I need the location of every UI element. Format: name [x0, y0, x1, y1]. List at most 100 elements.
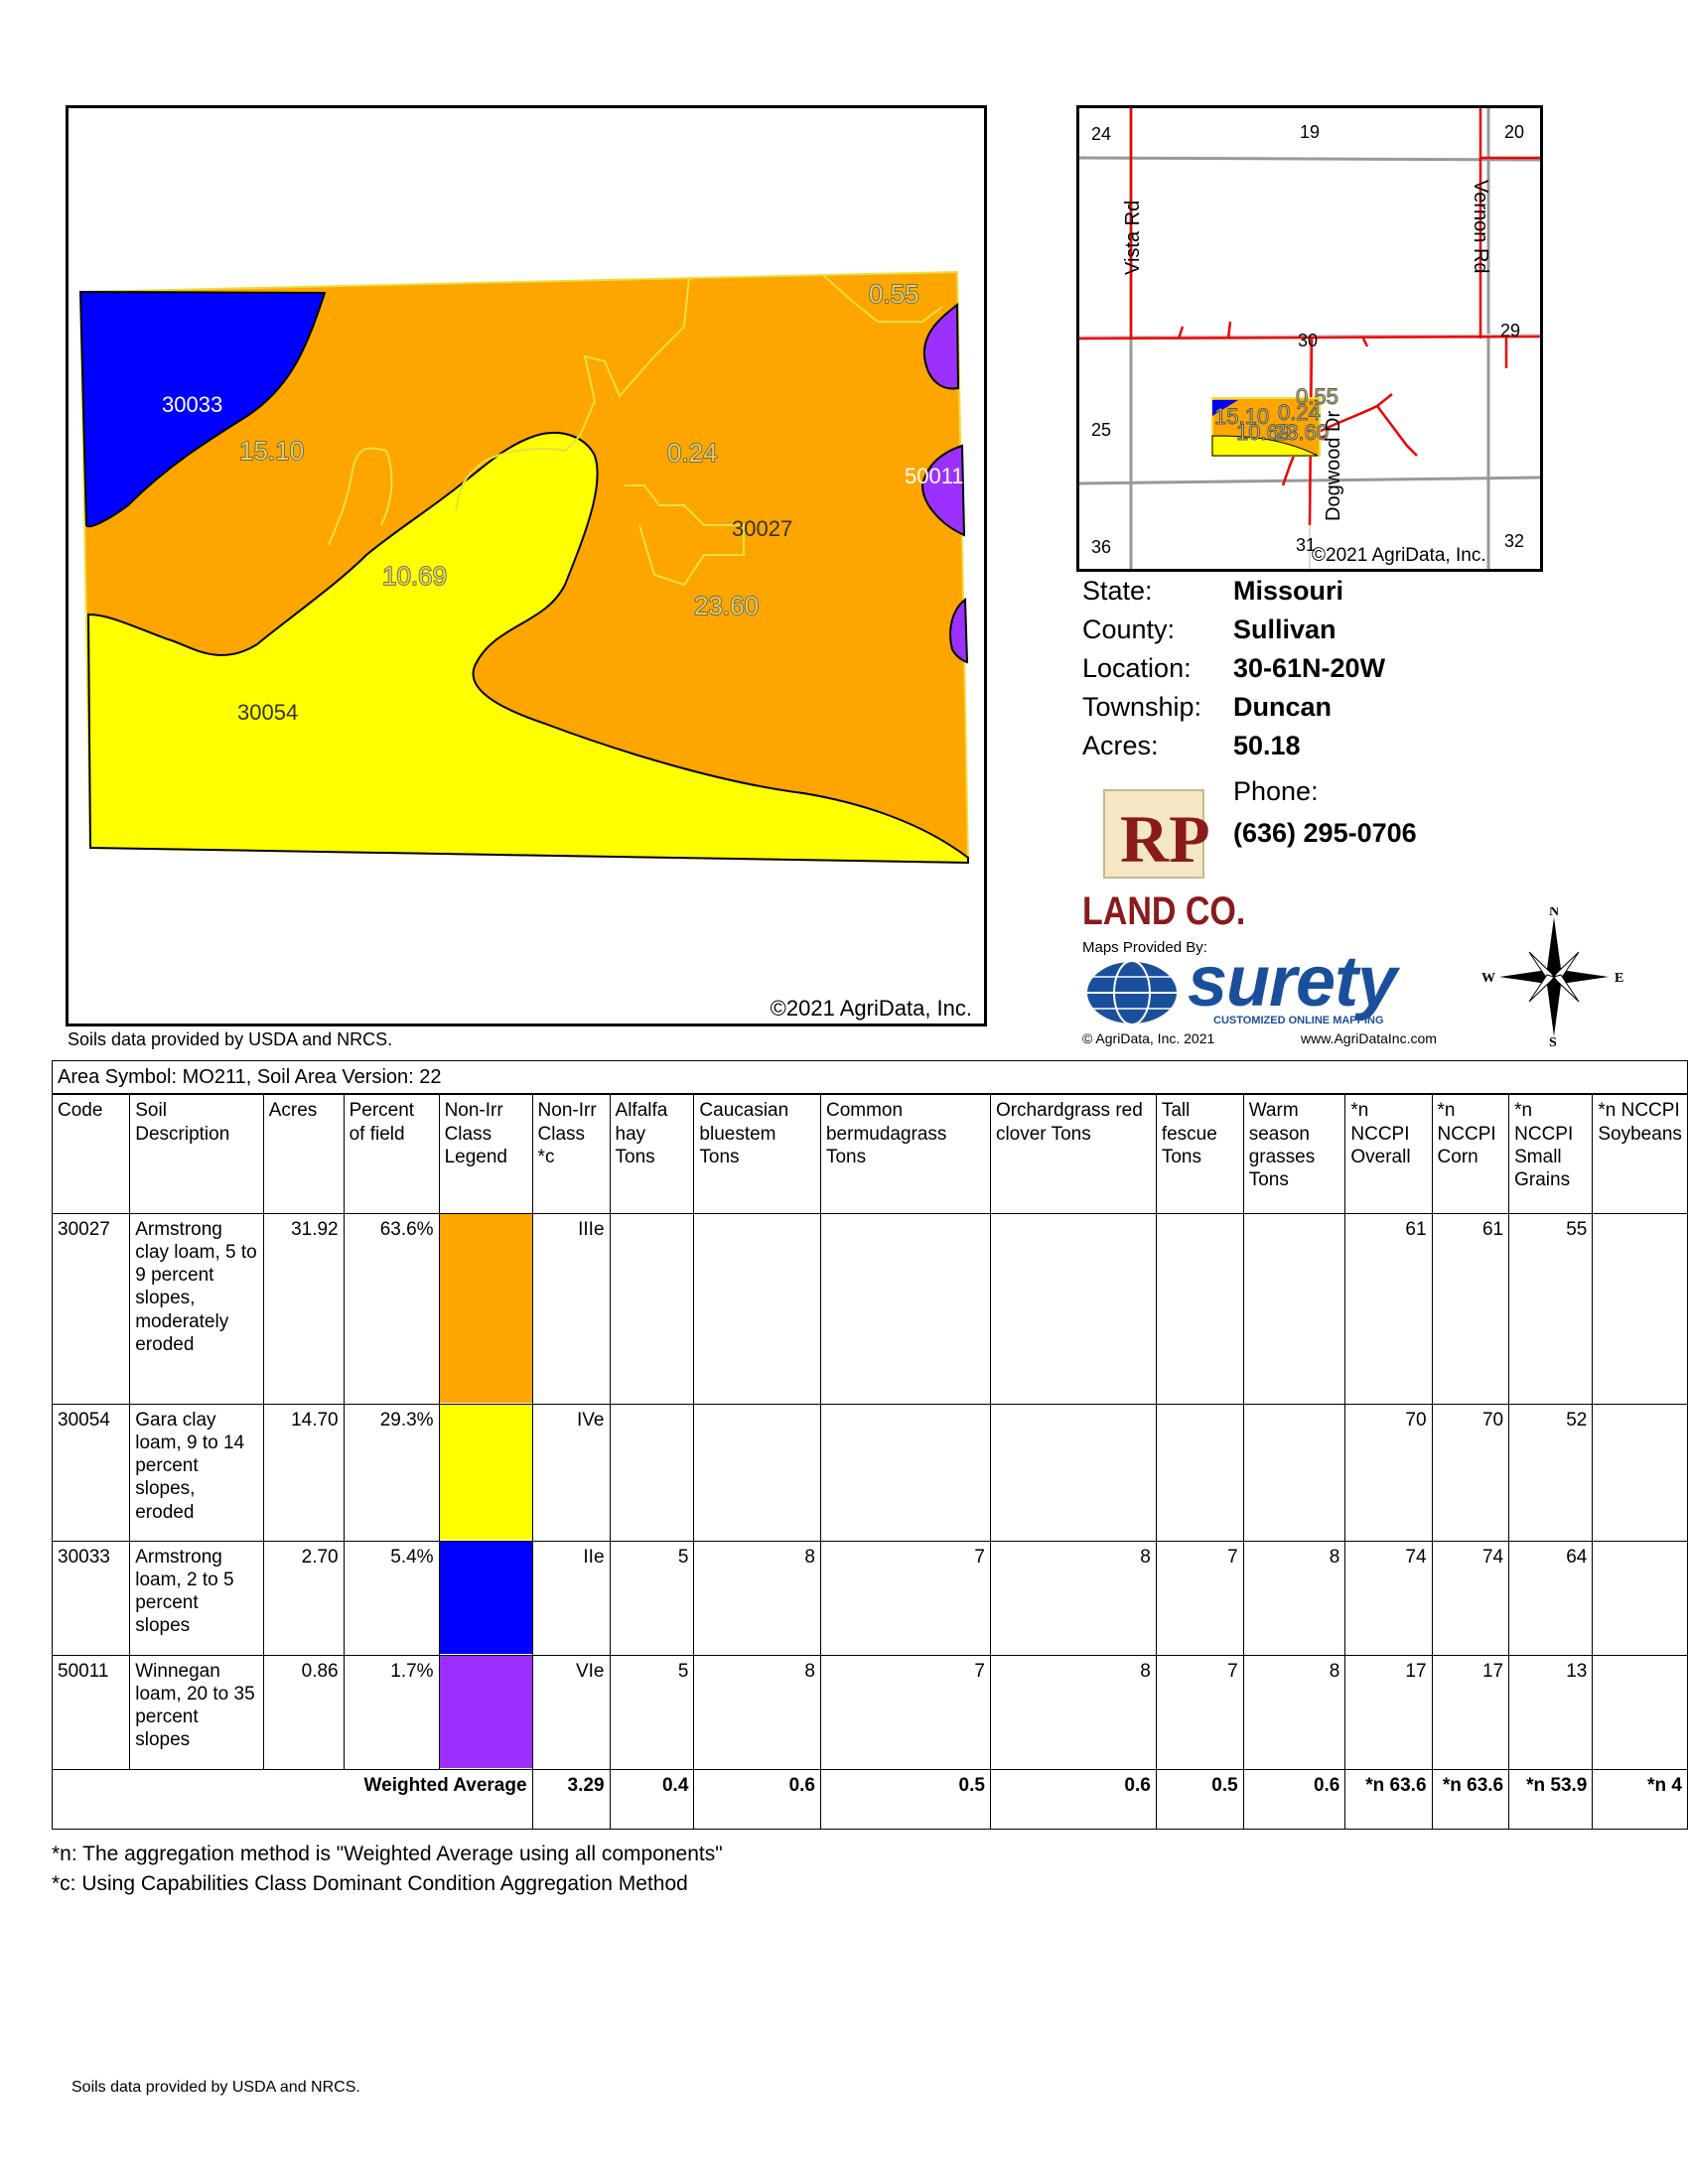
cell-soy	[1592, 1403, 1688, 1542]
header-alfalfa: Alfalfa hay Tons	[609, 1093, 695, 1214]
cell-pct: 29.3%	[343, 1403, 440, 1542]
cell-fescue	[1155, 1403, 1244, 1542]
section-number: 25	[1091, 420, 1111, 440]
state-value: Missouri	[1233, 576, 1344, 606]
legend-swatch	[438, 1403, 533, 1542]
weighted-class: 3.29	[531, 1768, 611, 1830]
section-number: 29	[1500, 321, 1520, 341]
county-value: Sullivan	[1233, 614, 1336, 644]
soil-map: 30033 30054 30027 50011 15.10 10.69 0.24…	[66, 105, 987, 1026]
road-name: Vernon Rd	[1470, 180, 1491, 274]
rp-logo-text: RP	[1120, 801, 1210, 877]
cell-small: 64	[1508, 1540, 1594, 1656]
cell-overall: 74	[1344, 1540, 1433, 1656]
location-value: 30-61N-20W	[1233, 653, 1386, 683]
weighted-corn: *n 63.6	[1431, 1768, 1510, 1830]
cell-corn: 61	[1431, 1212, 1510, 1405]
cell-acres: 14.70	[262, 1403, 345, 1542]
cell-bluestem: 8	[693, 1540, 821, 1656]
cell-desc: Armstrong clay loam, 5 to 9 percent slop…	[129, 1212, 264, 1405]
cell-code: 30033	[51, 1540, 131, 1656]
cell-fescue	[1155, 1212, 1244, 1405]
acres-value: 50.18	[1233, 731, 1301, 760]
header-bluestem: Caucasian bluestem Tons	[693, 1093, 821, 1214]
cell-overall: 61	[1344, 1212, 1433, 1405]
cell-class: IIIe	[531, 1212, 611, 1405]
table-row: 30027 Armstrong clay loam, 5 to 9 percen…	[51, 1212, 1688, 1405]
cell-alfalfa: 5	[609, 1654, 695, 1770]
cell-bermuda: 7	[819, 1654, 991, 1770]
legend-swatch	[438, 1212, 533, 1405]
cell-warm: 8	[1242, 1654, 1346, 1770]
cell-bluestem: 8	[693, 1654, 821, 1770]
header-warm: Warm season grasses Tons	[1242, 1093, 1346, 1214]
footnote-n: *n: The aggregation method is "Weighted …	[52, 1843, 723, 1865]
acreage-label: 15.10	[239, 436, 304, 466]
table-row: 30054 Gara clay loam, 9 to 14 percent sl…	[51, 1403, 1688, 1542]
cell-code: 30027	[51, 1212, 131, 1405]
table-header-row: Code Soil Description Acres Percent of f…	[51, 1093, 1688, 1214]
cell-small: 13	[1508, 1654, 1594, 1770]
location-label: Location:	[1082, 653, 1192, 683]
section-number: 20	[1504, 122, 1524, 142]
cell-warm: 8	[1242, 1540, 1346, 1656]
phone-label: Phone:	[1233, 776, 1319, 806]
compass-e: E	[1615, 971, 1623, 986]
agridata-copyright: © AgriData, Inc. 2021	[1082, 1030, 1215, 1046]
cell-corn: 17	[1431, 1654, 1510, 1770]
location-map-canvas: 15.10 10.69 0.24 0.55 23.60 24 19 20 25 …	[1079, 108, 1540, 569]
cell-class: VIe	[531, 1654, 611, 1770]
parcel-label: 0.55	[1296, 384, 1338, 409]
cell-orchard	[989, 1212, 1157, 1405]
cell-pct: 63.6%	[343, 1212, 440, 1405]
weighted-fescue: 0.5	[1155, 1768, 1244, 1830]
header-bermuda: Common bermudagrass Tons	[819, 1093, 991, 1214]
cell-class: IIe	[531, 1540, 611, 1656]
cell-code: 50011	[51, 1654, 131, 1770]
cell-small: 55	[1508, 1212, 1594, 1405]
location-map: 15.10 10.69 0.24 0.55 23.60 24 19 20 25 …	[1076, 105, 1543, 572]
land-co-text: LAND CO.	[1082, 889, 1246, 933]
state-label: State:	[1082, 576, 1153, 606]
cell-soy	[1592, 1654, 1688, 1770]
soil-code-label: 30054	[237, 700, 298, 725]
header-fescue: Tall fescue Tons	[1155, 1093, 1244, 1214]
compass-rose-icon: N S W E	[1479, 904, 1628, 1050]
soil-code-label: 50011	[905, 464, 964, 488]
section-number: 19	[1300, 122, 1320, 142]
header-nccpi-overall: *n NCCPI Overall	[1344, 1093, 1433, 1214]
weighted-orchard: 0.6	[989, 1768, 1157, 1830]
township-value: Duncan	[1233, 692, 1333, 722]
weighted-soy: *n 4	[1592, 1768, 1688, 1830]
footnote-c: *c: Using Capabilities Class Dominant Co…	[52, 1872, 688, 1895]
map-copyright: ©2021 AgriData, Inc.	[770, 996, 972, 1021]
weighted-small: *n 53.9	[1508, 1768, 1594, 1830]
legend-swatch	[438, 1654, 533, 1770]
header-legend: Non-Irr Class Legend	[438, 1093, 533, 1214]
weighted-warm: 0.6	[1242, 1768, 1346, 1830]
surety-wordmark: surety	[1188, 942, 1397, 1022]
cell-bermuda	[819, 1212, 991, 1405]
section-number: 32	[1504, 531, 1524, 551]
cell-alfalfa: 5	[609, 1540, 695, 1656]
acreage-label: 10.69	[382, 561, 447, 591]
section-number: 30	[1298, 331, 1318, 350]
location-map-copyright: ©2021 AgriData, Inc.	[1312, 545, 1486, 566]
cell-desc: Winnegan loam, 20 to 35 percent slopes	[129, 1654, 264, 1770]
weighted-average-row: Weighted Average 3.29 0.4 0.6 0.5 0.6 0.…	[52, 1768, 1688, 1830]
cell-bluestem	[693, 1403, 821, 1542]
cell-soy	[1592, 1540, 1688, 1656]
cell-fescue: 7	[1155, 1654, 1244, 1770]
legend-swatch	[438, 1540, 533, 1656]
phone-value: (636) 295-0706	[1233, 818, 1417, 848]
header-orchard: Orchardgrass red clover Tons	[989, 1093, 1157, 1214]
township-label: Township:	[1082, 692, 1202, 722]
section-number: 36	[1091, 537, 1111, 557]
section-number: 24	[1091, 124, 1111, 144]
soil-credit: Soils data provided by USDA and NRCS.	[68, 1029, 393, 1049]
road-name: Vista Rd	[1122, 201, 1144, 275]
surety-globe-icon	[1082, 957, 1182, 1026]
acreage-label: 0.24	[667, 438, 718, 468]
header-code: Code	[51, 1093, 131, 1214]
area-symbol: Area Symbol: MO211, Soil Area Version: 2…	[52, 1060, 1688, 1096]
